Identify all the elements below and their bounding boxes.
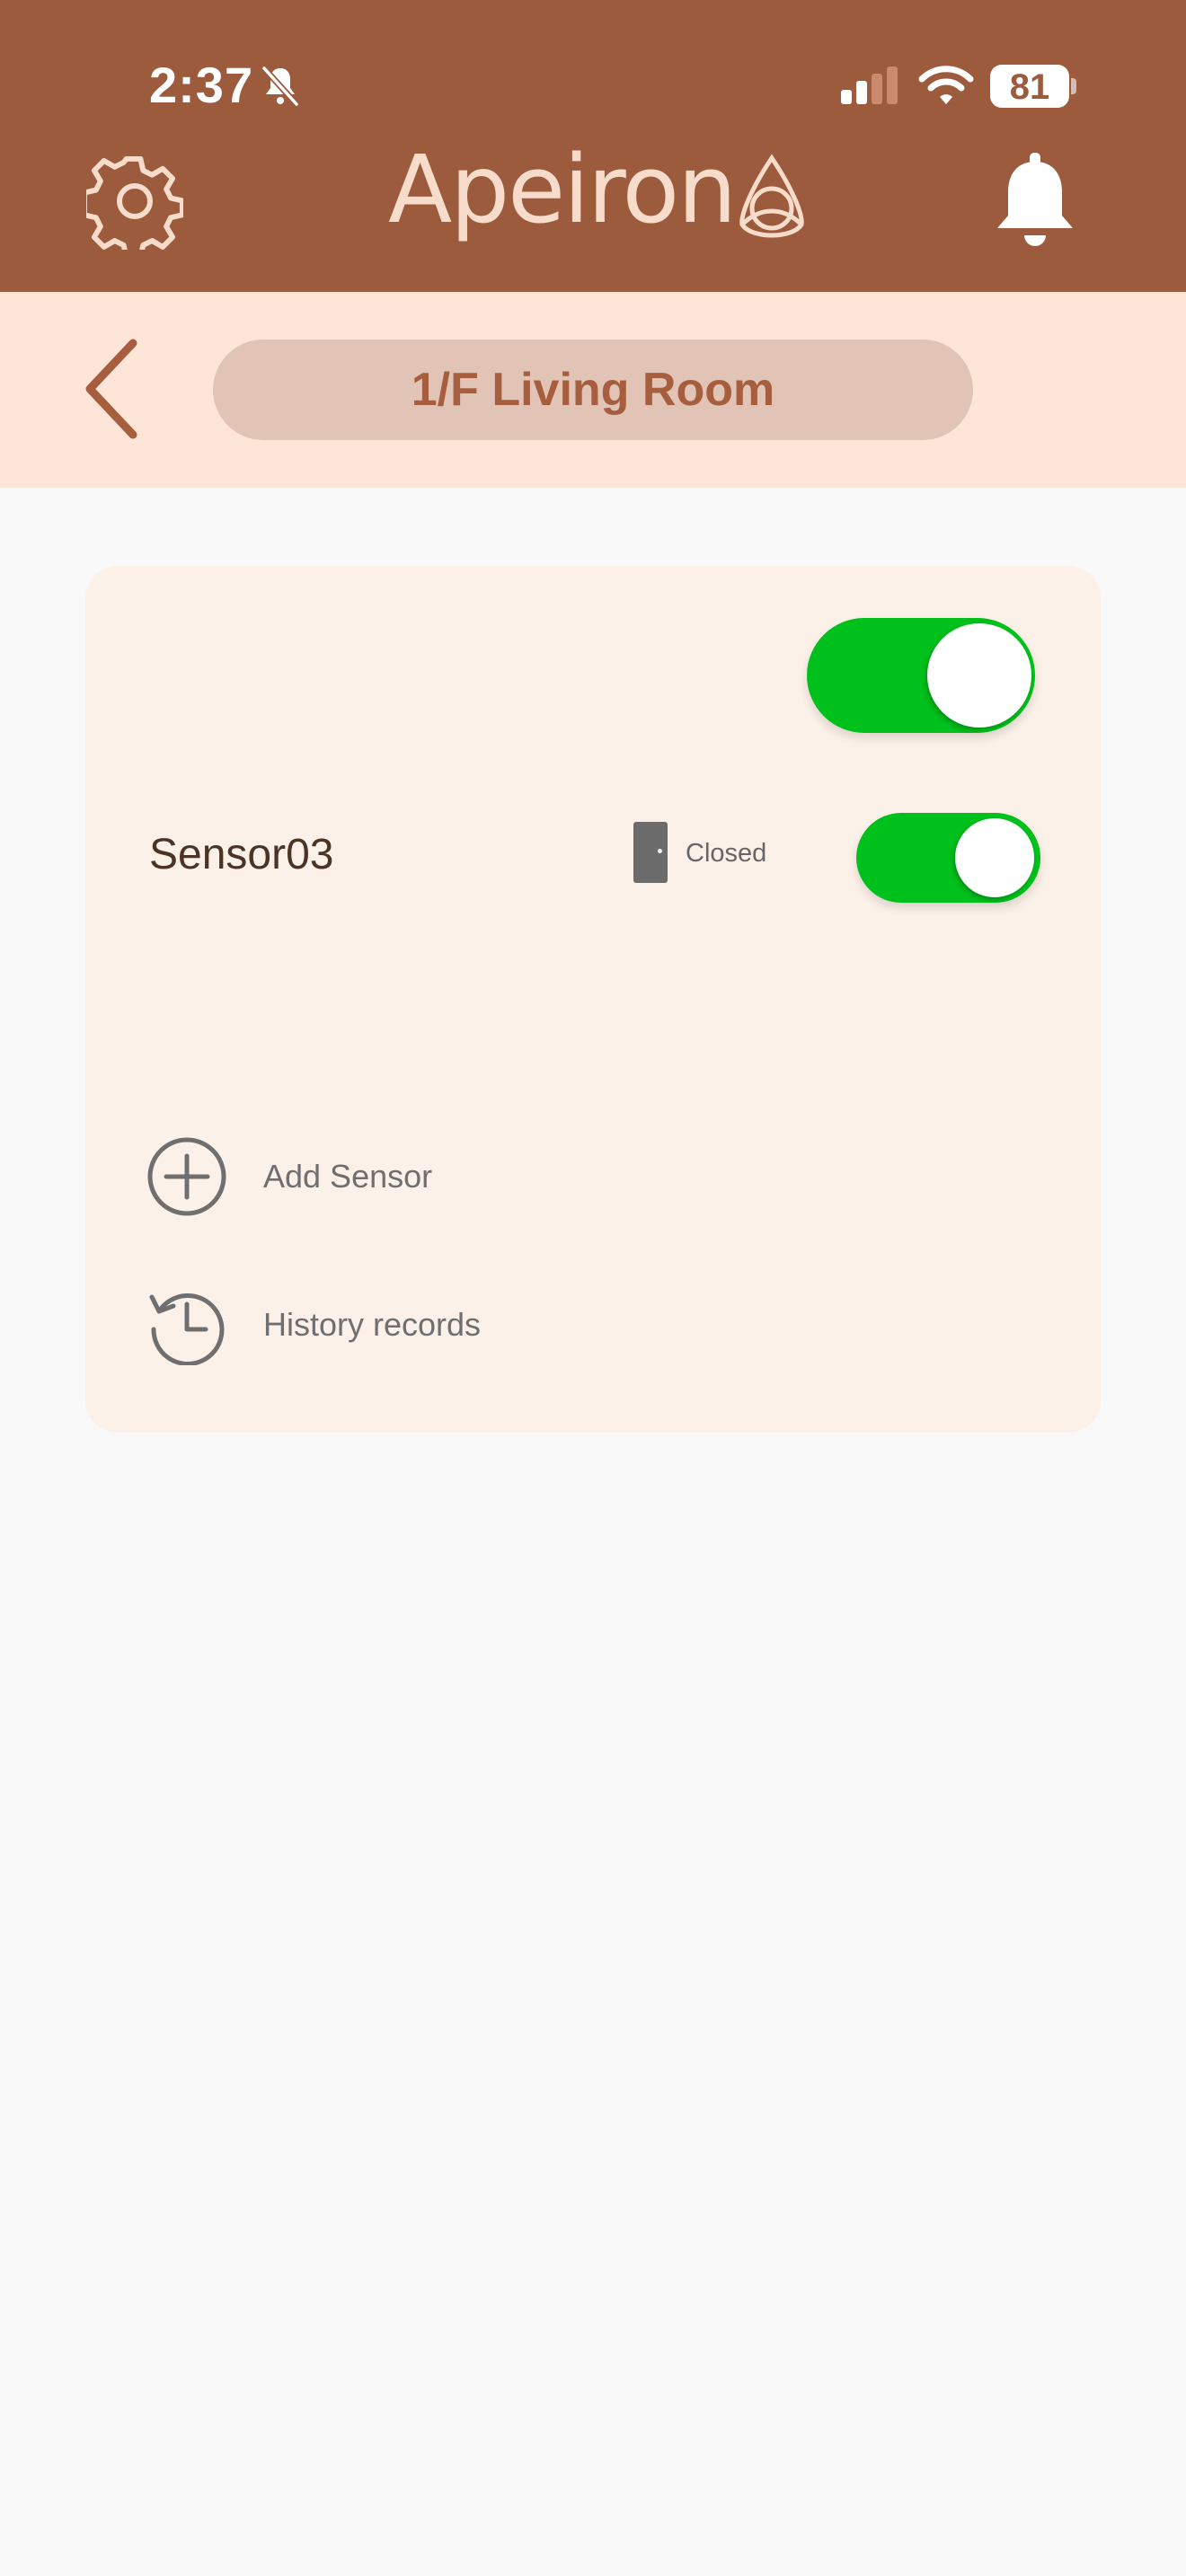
toggle-knob: [927, 623, 1031, 728]
add-sensor-label: Add Sensor: [263, 1158, 433, 1195]
door-icon: [633, 822, 668, 883]
add-sensor-button[interactable]: Add Sensor: [146, 1136, 686, 1217]
room-title: 1/F Living Room: [411, 364, 775, 416]
sensor-name: Sensor03: [149, 831, 334, 878]
plus-circle-icon: [147, 1137, 226, 1216]
status-time: 2:37: [149, 57, 254, 113]
wifi-icon: [918, 66, 974, 104]
chevron-left-icon[interactable]: [81, 336, 144, 442]
toggle-knob: [955, 818, 1034, 897]
room-selector[interactable]: 1/F Living Room: [213, 340, 973, 440]
gear-icon[interactable]: [86, 153, 183, 250]
history-icon: [149, 1293, 225, 1365]
history-records-label: History records: [263, 1306, 482, 1343]
battery-level: 81: [1009, 67, 1050, 107]
bell-icon[interactable]: [992, 151, 1078, 250]
cellular-signal-icon: [841, 66, 898, 104]
app-logo-text: Apeiron: [388, 135, 737, 244]
history-records-button[interactable]: History records: [146, 1284, 686, 1365]
triquetra-icon: [739, 154, 804, 238]
bell-slash-icon: [261, 66, 299, 107]
battery-indicator: 81: [990, 65, 1076, 108]
sensor-status: Closed: [686, 839, 767, 868]
sensor-toggle[interactable]: [856, 813, 1040, 903]
master-toggle[interactable]: [807, 618, 1035, 733]
